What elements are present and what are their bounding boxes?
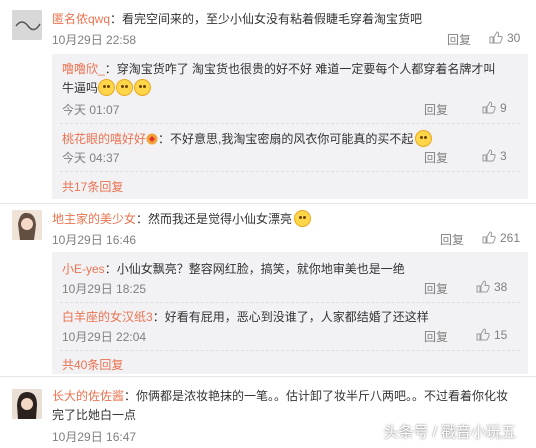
comment: 匿名侬qwq：看完空间来的，至少小仙女没有粘着假睫毛穿着淘宝货吧 10月29日 … [0,0,536,206]
like-count: 9 [500,101,507,115]
more-replies-link[interactable]: 共17条回复 [62,178,123,195]
like-count: 38 [494,280,508,294]
reply-button[interactable]: 回复 [424,328,448,345]
like-button[interactable]: 261 [482,231,520,245]
reply-item: 桃花眼的嘻好好 ：不好意思,我淘宝密扇的风衣你可能真的买不起 [62,130,520,147]
reply-item: 噜噜欣_：穿淘宝货咋了 淘宝货也很贵的好不好 难道一定要每个人都穿着名牌才叫 牛… [62,60,520,99]
comment-line: 长大的佐佐酱：你俩都是浓妆艳抹的一笔。。估计卸了妆半斤八两吧。。不过看着你化妆 [52,387,508,404]
emoji-icon [116,79,134,96]
comment: 地主家的美少女：然而我还是觉得小仙女漂亮 10月29日 16:46 回复 261… [0,204,536,374]
like-button[interactable]: 3 [482,149,507,163]
username-link[interactable]: 小E-yes [62,262,105,276]
avatar[interactable] [12,389,42,419]
reply-text-continued: 牛逼吗 [62,81,99,95]
badge-icon [146,133,158,145]
username-link[interactable]: 匿名侬qwq [52,12,110,26]
divider [60,171,520,173]
like-button[interactable]: 38 [476,280,507,294]
timestamp: 10月29日 22:58 [52,33,137,47]
like-count: 30 [507,31,521,45]
timestamp: 10月29日 18:25 [62,282,147,296]
comment-text: ：你俩都是浓妆艳抹的一笔。。估计卸了妆半斤八两吧。。不过看着你化妆 [124,389,509,403]
avatar[interactable] [12,210,42,240]
like-count: 261 [500,231,521,245]
reply-text: ：穿淘宝货咋了 淘宝货也很贵的好不好 难道一定要每个人都穿着名牌才叫 [104,62,496,76]
comment-text-continued: 完了比她白一点 [52,408,137,422]
username-link[interactable]: 长大的佐佐酱 [52,389,124,403]
reply-item: 小E-yes：小仙女飘亮？整容网红脸，搞笑，就你地审美也是一绝 [62,260,520,277]
avatar[interactable] [12,10,42,40]
thumb-up-icon [476,280,490,293]
like-count: 15 [494,328,508,342]
thumb-up-icon [476,328,490,341]
timestamp: 今天 01:07 [62,103,120,117]
divider [60,302,520,304]
reply-button[interactable]: 回复 [440,231,464,248]
comment-line: 匿名侬qwq：看完空间来的，至少小仙女没有粘着假睫毛穿着淘宝货吧 [52,10,422,27]
reply-button[interactable]: 回复 [447,31,471,48]
comment-text: ：然而我还是觉得小仙女漂亮 [136,212,293,226]
timestamp: 10月29日 16:47 [52,430,137,444]
divider [60,123,520,125]
emoji-icon [98,79,116,96]
timestamp: 今天 04:37 [62,151,120,165]
reply-button[interactable]: 回复 [424,280,448,297]
reply-item: 白羊座的女汉纸3：好看有屁用，恶心到没谁了，人家都结婚了还这样 [62,308,520,325]
like-count: 3 [500,149,507,163]
emoji-icon [415,130,433,147]
emoji-icon [134,79,152,96]
emoji-icon [294,210,312,227]
reply-button[interactable]: 回复 [424,101,448,118]
thumb-up-icon [482,231,496,244]
divider [60,350,520,352]
like-button[interactable]: 9 [482,101,507,115]
timestamp: 10月29日 16:46 [52,233,137,247]
username-link[interactable]: 白羊座的女汉纸3 [62,310,153,324]
like-button[interactable]: 30 [489,31,520,45]
reply-text: ：不好意思,我淘宝密扇的风衣你可能真的买不起 [158,132,414,146]
reply-text: ：好看有屁用，恶心到没谁了，人家都结婚了还这样 [152,310,429,324]
reply-box: 小E-yes：小仙女飘亮？整容网红脸，搞笑，就你地审美也是一绝 10月29日 1… [52,252,528,374]
timestamp: 10月29日 22:04 [62,330,147,344]
comment-text: ：看完空间来的，至少小仙女没有粘着假睫毛穿着淘宝货吧 [110,12,423,26]
thumb-up-icon [489,31,503,44]
username-link[interactable]: 桃花眼的嘻好好 [62,132,146,146]
thumb-up-icon [482,149,496,162]
more-replies-link[interactable]: 共40条回复 [62,356,123,373]
thumb-up-icon [482,101,496,114]
like-button[interactable]: 15 [476,328,507,342]
reply-button[interactable]: 回复 [424,149,448,166]
comment-line: 地主家的美少女：然而我还是觉得小仙女漂亮 [52,210,312,227]
username-link[interactable]: 地主家的美少女 [52,212,136,226]
reply-text: ：小仙女飘亮？整容网红脸，搞笑，就你地审美也是一绝 [104,262,405,276]
reply-box: 噜噜欣_：穿淘宝货咋了 淘宝货也很贵的好不好 难道一定要每个人都穿着名牌才叫 牛… [52,54,528,199]
username-link[interactable]: 噜噜欣_ [62,62,105,76]
watermark-text: 头条号 / 戳音小玩五 [383,424,516,441]
